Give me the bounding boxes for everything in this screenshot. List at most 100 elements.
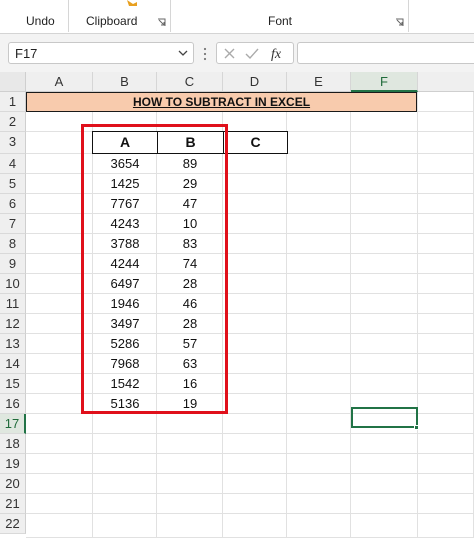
grid-cell[interactable]: [26, 254, 93, 274]
grid-cell[interactable]: [157, 514, 223, 538]
grid-cell[interactable]: [418, 354, 474, 374]
grid-cell[interactable]: [26, 394, 93, 414]
value-cell-b[interactable]: 16: [157, 374, 223, 394]
value-cell-a[interactable]: 4244: [93, 254, 157, 274]
table-header-c[interactable]: C: [223, 131, 288, 154]
grid-cell[interactable]: [287, 394, 351, 414]
grid-cell[interactable]: [93, 494, 157, 514]
grid-cell[interactable]: [351, 354, 418, 374]
grid-cell[interactable]: [287, 194, 351, 214]
row-header-5[interactable]: 5: [0, 174, 26, 194]
grid-cell[interactable]: [287, 354, 351, 374]
row-header-4[interactable]: 4: [0, 154, 26, 174]
grid-cell[interactable]: [157, 414, 223, 434]
grid-cell[interactable]: [351, 494, 418, 514]
value-cell-b[interactable]: 74: [157, 254, 223, 274]
value-cell-b[interactable]: 47: [157, 194, 223, 214]
grid-cell[interactable]: [26, 454, 93, 474]
selected-cell-f17[interactable]: [351, 407, 418, 428]
grid-cell[interactable]: [223, 214, 287, 234]
grid-cell[interactable]: [287, 414, 351, 434]
grid-cell[interactable]: [287, 334, 351, 354]
grid-cell[interactable]: [223, 334, 287, 354]
name-box[interactable]: F17: [8, 42, 194, 64]
grid-cell[interactable]: [418, 234, 474, 254]
column-header-b[interactable]: B: [93, 72, 157, 92]
more-options-icon[interactable]: [203, 46, 207, 62]
grid-cell[interactable]: [351, 174, 418, 194]
value-cell-b[interactable]: 28: [157, 314, 223, 334]
grid-cell[interactable]: [418, 214, 474, 234]
grid-cell[interactable]: [26, 154, 93, 174]
row-header-15[interactable]: 15: [0, 374, 26, 394]
column-header-blank[interactable]: [418, 72, 474, 92]
grid-cell[interactable]: [418, 394, 474, 414]
grid-cell[interactable]: [26, 132, 93, 154]
grid-cell[interactable]: [351, 132, 418, 154]
grid-cell[interactable]: [26, 474, 93, 494]
grid-cell[interactable]: [223, 354, 287, 374]
column-header-c[interactable]: C: [157, 72, 223, 92]
grid-cell[interactable]: [418, 434, 474, 454]
sheet-title[interactable]: HOW TO SUBTRACT IN EXCEL: [26, 92, 417, 112]
value-cell-b[interactable]: 28: [157, 274, 223, 294]
grid-cell[interactable]: [351, 434, 418, 454]
grid-cell[interactable]: [418, 374, 474, 394]
row-header-13[interactable]: 13: [0, 334, 26, 354]
row-header-14[interactable]: 14: [0, 354, 26, 374]
value-cell-b[interactable]: 63: [157, 354, 223, 374]
value-cell-a[interactable]: 6497: [93, 274, 157, 294]
grid-cell[interactable]: [287, 132, 351, 154]
grid-cell[interactable]: [418, 154, 474, 174]
grid-cell[interactable]: [223, 394, 287, 414]
row-header-20[interactable]: 20: [0, 474, 26, 494]
grid-cell[interactable]: [418, 174, 474, 194]
grid-cell[interactable]: [26, 314, 93, 334]
value-cell-b[interactable]: 83: [157, 234, 223, 254]
grid-cell[interactable]: [93, 514, 157, 538]
value-cell-a[interactable]: 4243: [93, 214, 157, 234]
grid-cell[interactable]: [93, 112, 157, 132]
grid-cell[interactable]: [418, 132, 474, 154]
row-header-16[interactable]: 16: [0, 394, 26, 414]
grid-cell[interactable]: [287, 174, 351, 194]
grid-cell[interactable]: [418, 274, 474, 294]
value-cell-a[interactable]: 7968: [93, 354, 157, 374]
grid-cell[interactable]: [418, 112, 474, 132]
grid-cell[interactable]: [26, 514, 93, 538]
grid-cell[interactable]: [223, 434, 287, 454]
row-header-21[interactable]: 21: [0, 494, 26, 514]
row-header-22[interactable]: 22: [0, 514, 26, 534]
grid-cell[interactable]: [351, 514, 418, 538]
row-header-6[interactable]: 6: [0, 194, 26, 214]
grid-cell[interactable]: [157, 474, 223, 494]
grid-cell[interactable]: [26, 174, 93, 194]
value-cell-a[interactable]: 3654: [93, 154, 157, 174]
grid-cell[interactable]: [223, 474, 287, 494]
column-header-f[interactable]: F: [351, 72, 418, 92]
cancel-icon[interactable]: [223, 47, 236, 60]
grid-cell[interactable]: [287, 474, 351, 494]
table-header-b[interactable]: B: [157, 131, 224, 154]
row-header-11[interactable]: 11: [0, 294, 26, 314]
grid-cell[interactable]: [26, 112, 93, 132]
grid-cell[interactable]: [223, 174, 287, 194]
grid-cell[interactable]: [287, 154, 351, 174]
grid-cell[interactable]: [287, 454, 351, 474]
grid-cell[interactable]: [418, 92, 474, 112]
grid-cell[interactable]: [351, 112, 418, 132]
formula-input[interactable]: [297, 42, 474, 64]
value-cell-a[interactable]: 3497: [93, 314, 157, 334]
column-header-a[interactable]: A: [26, 72, 93, 92]
grid-cell[interactable]: [26, 414, 93, 434]
row-header-18[interactable]: 18: [0, 434, 26, 454]
grid-cell[interactable]: [418, 254, 474, 274]
grid-cell[interactable]: [26, 234, 93, 254]
grid-cell[interactable]: [223, 494, 287, 514]
grid-cell[interactable]: [351, 334, 418, 354]
grid-cell[interactable]: [351, 314, 418, 334]
value-cell-a[interactable]: 1542: [93, 374, 157, 394]
grid-cell[interactable]: [93, 474, 157, 494]
row-header-9[interactable]: 9: [0, 254, 26, 274]
value-cell-a[interactable]: 1425: [93, 174, 157, 194]
